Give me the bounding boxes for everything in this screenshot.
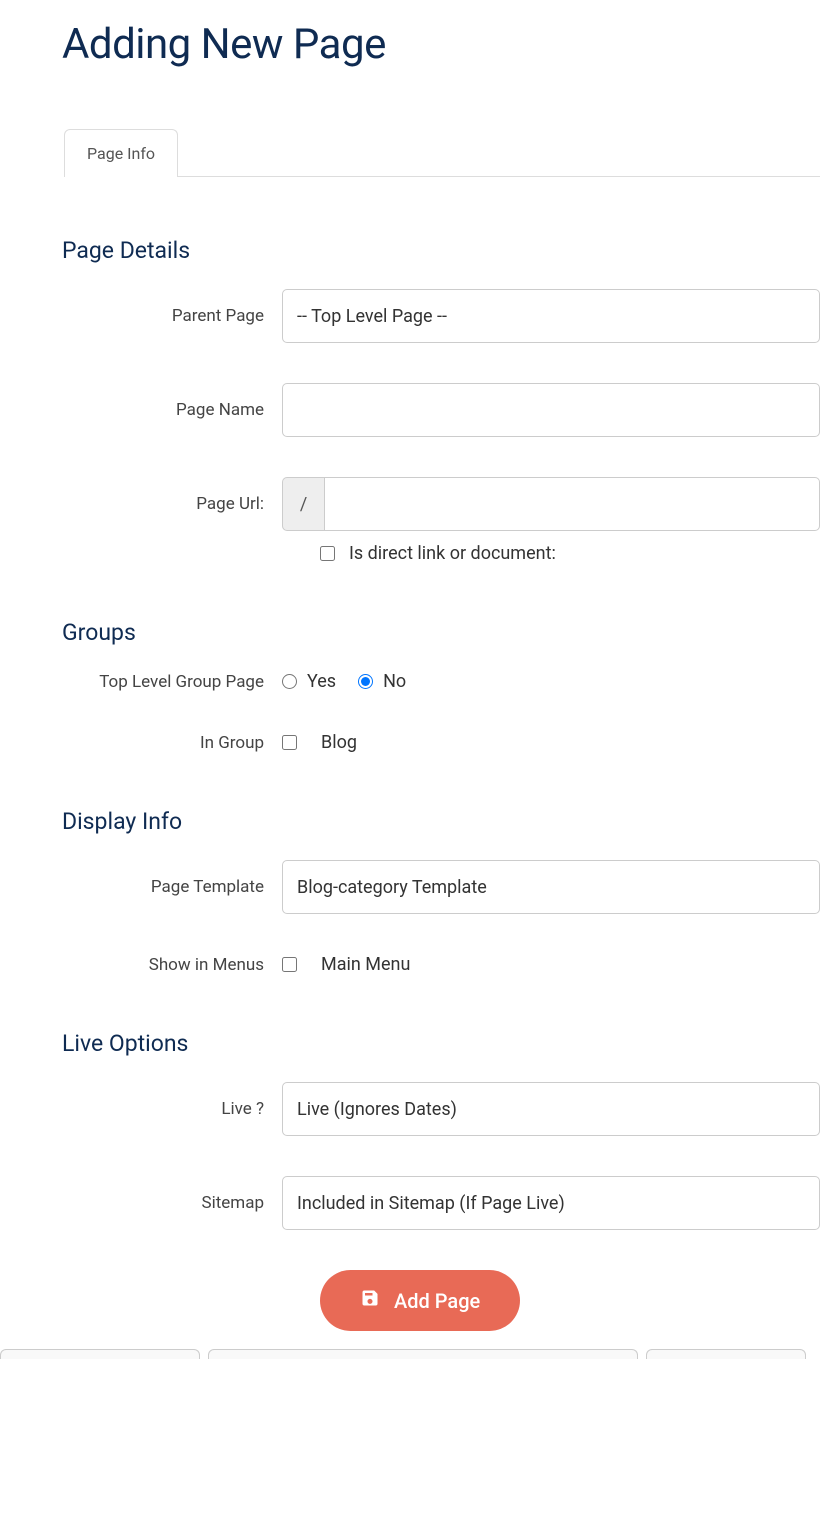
bottom-tab-3 <box>646 1349 806 1359</box>
label-show-in-menus: Show in Menus <box>62 955 282 975</box>
checkbox-in-group-blog[interactable] <box>282 735 297 750</box>
label-live: Live ? <box>62 1099 282 1119</box>
label-parent-page: Parent Page <box>62 306 282 326</box>
tabs: Page Info <box>64 129 820 177</box>
label-yes: Yes <box>307 671 336 692</box>
label-blog: Blog <box>321 732 357 753</box>
page-title: Adding New Page <box>62 20 820 69</box>
section-groups: Groups <box>62 619 820 646</box>
label-page-url: Page Url: <box>62 494 282 514</box>
url-prefix: / <box>282 477 324 531</box>
label-main-menu: Main Menu <box>321 954 410 975</box>
label-no: No <box>383 671 406 692</box>
label-page-template: Page Template <box>62 877 282 897</box>
section-page-details: Page Details <box>62 237 820 264</box>
bottom-tab-hints <box>0 1349 820 1359</box>
bottom-tab-2 <box>208 1349 638 1359</box>
tab-page-info[interactable]: Page Info <box>64 129 178 177</box>
input-page-name[interactable] <box>282 383 820 437</box>
radio-tlg-no[interactable] <box>358 674 373 689</box>
checkbox-direct-link[interactable] <box>320 546 335 561</box>
input-page-url[interactable] <box>324 477 820 531</box>
section-display-info: Display Info <box>62 808 820 835</box>
radio-tlg-yes[interactable] <box>282 674 297 689</box>
select-sitemap[interactable]: Included in Sitemap (If Page Live) <box>282 1176 820 1230</box>
checkbox-main-menu[interactable] <box>282 957 297 972</box>
label-in-group: In Group <box>62 733 282 753</box>
save-icon <box>360 1288 380 1313</box>
label-direct-link: Is direct link or document: <box>349 543 556 564</box>
add-page-button[interactable]: Add Page <box>320 1270 520 1331</box>
add-page-button-label: Add Page <box>394 1289 480 1313</box>
bottom-tab-1 <box>0 1349 200 1359</box>
section-live-options: Live Options <box>62 1030 820 1057</box>
label-sitemap: Sitemap <box>62 1193 282 1213</box>
select-parent-page[interactable]: -- Top Level Page -- <box>282 289 820 343</box>
label-top-level-group: Top Level Group Page <box>62 672 282 692</box>
select-live[interactable]: Live (Ignores Dates) <box>282 1082 820 1136</box>
label-page-name: Page Name <box>62 400 282 420</box>
select-page-template[interactable]: Blog-category Template <box>282 860 820 914</box>
